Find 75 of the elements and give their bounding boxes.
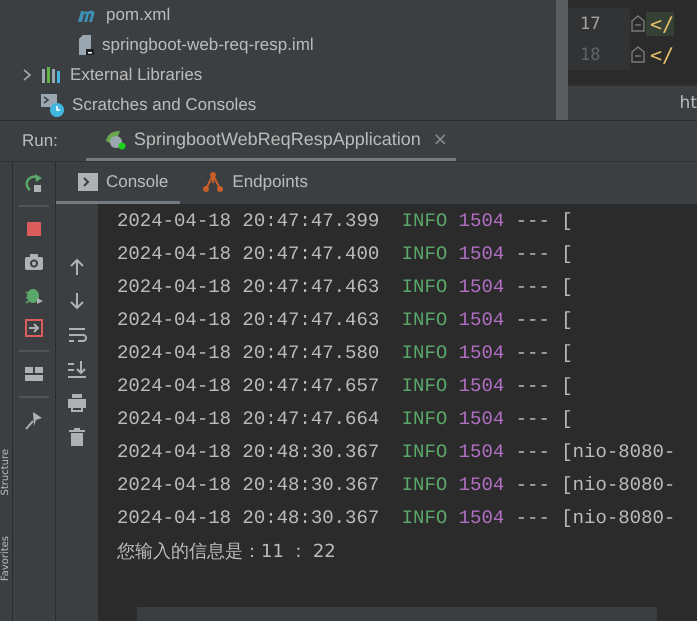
print-icon[interactable] bbox=[66, 392, 88, 414]
thread-name: [nio-8080- bbox=[561, 440, 676, 462]
log-level: INFO bbox=[402, 210, 448, 232]
thread-name: [ bbox=[561, 374, 573, 396]
terminal-icon bbox=[78, 172, 98, 190]
fold-marker-icon[interactable] bbox=[630, 44, 646, 64]
process-id: 1504 bbox=[458, 506, 504, 528]
thread-name: [ bbox=[561, 342, 573, 364]
process-id: 1504 bbox=[458, 408, 504, 430]
log-level: INFO bbox=[402, 276, 448, 298]
process-id: 1504 bbox=[458, 474, 504, 496]
scrollbar[interactable] bbox=[556, 0, 568, 120]
process-id: 1504 bbox=[458, 210, 504, 232]
log-timestamp: 2024-04-18 20:48:30.367 bbox=[117, 506, 380, 528]
log-separator: --- bbox=[516, 374, 550, 396]
trash-icon[interactable] bbox=[66, 426, 88, 448]
thread-name: [nio-8080- bbox=[561, 506, 676, 528]
close-icon[interactable]: × bbox=[432, 129, 448, 150]
log-timestamp: 2024-04-18 20:47:47.657 bbox=[117, 374, 380, 396]
log-timestamp: 2024-04-18 20:48:30.367 bbox=[117, 440, 380, 462]
log-separator: --- bbox=[516, 408, 550, 430]
side-tab[interactable]: Favorites bbox=[0, 536, 12, 581]
log-separator: --- bbox=[516, 342, 550, 364]
log-separator: --- bbox=[516, 210, 550, 232]
console-output: 您输入的信息是：11 : 22 bbox=[117, 540, 337, 564]
endpoints-icon bbox=[202, 170, 224, 192]
line-number: 17 bbox=[568, 8, 630, 39]
log-separator: --- bbox=[516, 308, 550, 330]
log-timestamp: 2024-04-18 20:47:47.399 bbox=[117, 210, 380, 232]
thread-name: [ bbox=[561, 308, 573, 330]
log-separator: --- bbox=[516, 276, 550, 298]
process-id: 1504 bbox=[458, 276, 504, 298]
thread-name: [ bbox=[561, 210, 573, 232]
log-timestamp: 2024-04-18 20:47:47.463 bbox=[117, 308, 380, 330]
code-line: </ bbox=[649, 42, 674, 66]
log-timestamp: 2024-04-18 20:47:47.463 bbox=[117, 276, 380, 298]
log-timestamp: 2024-04-18 20:47:47.664 bbox=[117, 408, 380, 430]
log-separator: --- bbox=[516, 440, 550, 462]
log-timestamp: 2024-04-18 20:48:30.367 bbox=[117, 474, 380, 496]
log-timestamp: 2024-04-18 20:47:47.580 bbox=[117, 342, 380, 364]
scroll-to-end-icon[interactable] bbox=[66, 358, 88, 380]
thread-name: [ bbox=[561, 242, 573, 264]
log-separator: --- bbox=[516, 474, 550, 496]
thread-name: [ bbox=[561, 276, 573, 298]
log-level: INFO bbox=[402, 474, 448, 496]
log-separator: --- bbox=[516, 242, 550, 264]
log-level: INFO bbox=[402, 440, 448, 462]
process-id: 1504 bbox=[458, 374, 504, 396]
log-separator: --- bbox=[516, 506, 550, 528]
tree-item-label[interactable]: pom.xml bbox=[106, 5, 170, 25]
log-level: INFO bbox=[402, 374, 448, 396]
log-level: INFO bbox=[402, 342, 448, 364]
thread-name: [ bbox=[561, 408, 573, 430]
log-level: INFO bbox=[402, 242, 448, 264]
process-id: 1504 bbox=[458, 440, 504, 462]
breadcrumb[interactable]: ht bbox=[680, 93, 697, 113]
log-timestamp: 2024-04-18 20:47:47.400 bbox=[117, 242, 380, 264]
spring-boot-icon bbox=[104, 128, 128, 150]
exit-icon[interactable] bbox=[23, 317, 45, 339]
tree-item-label[interactable]: Scratches and Consoles bbox=[72, 95, 256, 115]
thread-name: [nio-8080- bbox=[561, 474, 676, 496]
tree-item-label[interactable]: External Libraries bbox=[70, 65, 202, 85]
fold-marker-icon[interactable] bbox=[630, 14, 646, 34]
file-icon bbox=[76, 34, 96, 56]
process-id: 1504 bbox=[458, 242, 504, 264]
side-tab[interactable]: Structure bbox=[0, 449, 12, 496]
log-level: INFO bbox=[402, 506, 448, 528]
tree-item-label[interactable]: springboot-web-req-resp.iml bbox=[102, 35, 314, 55]
camera-icon[interactable] bbox=[23, 251, 45, 273]
run-label: Run: bbox=[22, 131, 58, 151]
console-tab[interactable]: Endpoints bbox=[180, 162, 320, 204]
log-level: INFO bbox=[402, 408, 448, 430]
log-level: INFO bbox=[402, 308, 448, 330]
process-id: 1504 bbox=[458, 342, 504, 364]
process-id: 1504 bbox=[458, 308, 504, 330]
